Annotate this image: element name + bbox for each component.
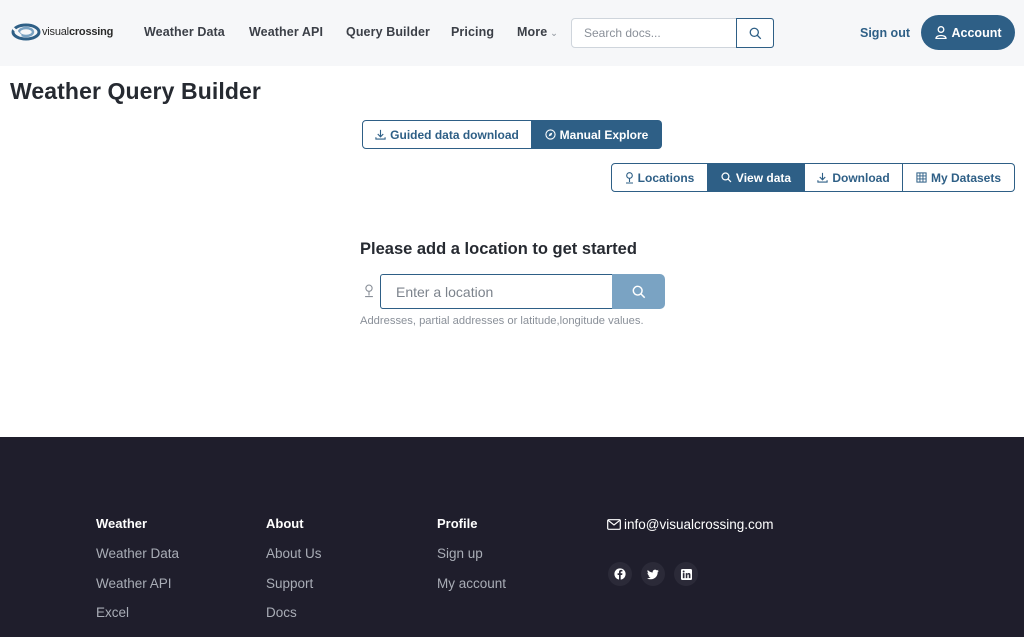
footer-link-weather-data[interactable]: Weather Data — [96, 546, 179, 561]
footer — [0, 437, 1024, 637]
docs-search-input[interactable] — [572, 19, 736, 47]
tab-label: Manual Explore — [559, 127, 649, 142]
tab-label: My Datasets — [930, 170, 1002, 185]
sign-out-link[interactable]: Sign out — [860, 26, 910, 40]
tab-label: Download — [832, 170, 890, 185]
nav-more-dropdown[interactable]: More ⌄ — [517, 25, 558, 39]
compass-icon — [545, 129, 556, 140]
tab-guided-data-download[interactable]: Guided data download — [362, 120, 532, 149]
nav-pricing[interactable]: Pricing — [451, 25, 494, 39]
footer-heading-weather: Weather — [96, 516, 148, 531]
tab-label: Guided data download — [390, 127, 519, 142]
search-icon — [721, 172, 732, 183]
envelope-icon — [607, 519, 621, 530]
location-hint: Addresses, partial addresses or latitude… — [360, 315, 644, 327]
location-input[interactable] — [380, 274, 614, 309]
linkedin-link[interactable] — [674, 562, 698, 586]
location-search-button[interactable] — [612, 274, 665, 309]
search-icon — [632, 285, 645, 298]
chevron-down-icon: ⌄ — [550, 28, 558, 38]
nav-weather-api[interactable]: Weather API — [249, 25, 323, 39]
get-started-prompt: Please add a location to get started — [360, 240, 637, 258]
footer-email-text: info@visualcrossing.com — [624, 517, 774, 532]
footer-link-excel[interactable]: Excel — [96, 605, 129, 620]
visualcrossing-logo[interactable]: visualcrossing — [11, 22, 113, 42]
top-navbar: visualcrossing Weather Data Weather API … — [0, 0, 1024, 66]
tab-download[interactable]: Download — [805, 163, 903, 192]
docs-search-button[interactable] — [736, 18, 774, 48]
tab-label: Locations — [637, 170, 695, 185]
page-title: Weather Query Builder — [10, 78, 261, 104]
footer-link-docs[interactable]: Docs — [266, 605, 297, 620]
map-pin-icon — [625, 171, 633, 184]
mode-tabs: Guided data download Manual Explore — [362, 120, 662, 149]
linkedin-icon — [680, 568, 692, 580]
footer-link-support[interactable]: Support — [266, 576, 313, 591]
account-button-label: Account — [951, 25, 1002, 40]
search-icon — [749, 27, 761, 39]
table-grid-icon — [916, 172, 927, 183]
footer-email-link[interactable]: info@visualcrossing.com — [607, 517, 774, 532]
nav-weather-data[interactable]: Weather Data — [144, 25, 225, 39]
docs-search — [571, 18, 774, 48]
footer-link-my-account[interactable]: My account — [437, 576, 506, 591]
facebook-link[interactable] — [608, 562, 632, 586]
logo-mark-icon — [11, 23, 41, 41]
footer-link-about-us[interactable]: About Us — [266, 546, 322, 561]
download-icon — [817, 172, 828, 183]
view-tabs: Locations View data Download My Datasets — [611, 163, 1015, 192]
tab-view-data[interactable]: View data — [708, 163, 805, 192]
tab-locations[interactable]: Locations — [611, 163, 708, 192]
footer-link-weather-api[interactable]: Weather API — [96, 576, 172, 591]
user-icon — [934, 26, 947, 39]
footer-heading-about: About — [266, 516, 304, 531]
twitter-icon — [647, 569, 659, 579]
tab-my-datasets[interactable]: My Datasets — [903, 163, 1015, 192]
logo-text: visualcrossing — [42, 26, 114, 38]
facebook-icon — [614, 568, 626, 580]
tab-manual-explore[interactable]: Manual Explore — [532, 120, 662, 149]
nav-more-label: More — [517, 25, 548, 39]
map-pin-icon — [365, 284, 373, 298]
download-icon — [375, 129, 386, 140]
nav-query-builder[interactable]: Query Builder — [346, 25, 430, 39]
footer-link-sign-up[interactable]: Sign up — [437, 546, 483, 561]
twitter-link[interactable] — [641, 562, 665, 586]
tab-label: View data — [735, 170, 792, 185]
footer-heading-profile: Profile — [437, 516, 478, 531]
account-button[interactable]: Account — [921, 15, 1015, 50]
